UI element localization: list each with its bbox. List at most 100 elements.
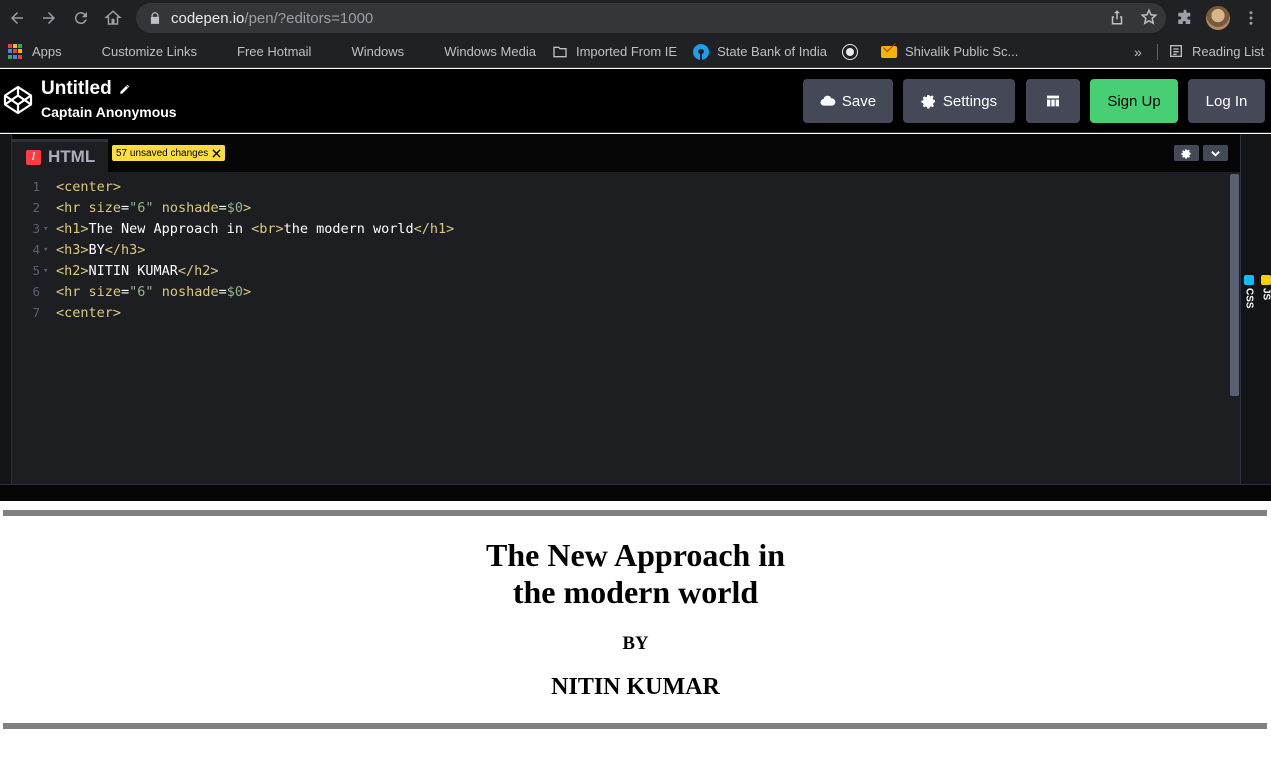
chevron-down-icon [1211,150,1220,157]
reading-list-label: Reading List [1192,43,1265,59]
result-preview: The New Approach in the modern world BY … [0,501,1271,760]
forward-icon[interactable] [37,6,61,30]
bookmark-label: Customize Links [101,44,198,59]
tab-html[interactable]: / HTML [12,139,108,172]
settings-label: Settings [942,92,998,110]
bookmark-customize-links[interactable]: Customize Links [78,44,197,60]
bookmark-globe[interactable] [842,44,865,59]
extensions-icon[interactable] [1176,9,1194,27]
pen-author[interactable]: Captain Anonymous [41,104,177,120]
windows-logo-icon [78,44,94,60]
code-line: 1 <center> [12,176,121,197]
tab-css-label: CSS [1243,288,1255,309]
editor-gutter-edge [0,134,12,484]
code-line: 5 ▾ <h2> NITIN KUMAR </h2> [12,260,218,281]
js-icon [1261,275,1271,285]
windows-logo-icon [420,44,436,60]
sbi-logo-icon [693,43,710,60]
code-line: 3 ▾ <h1> The New Approach in <br> the modern… [12,218,454,239]
bookmark-apps[interactable]: Apps [8,43,62,60]
divider [1157,44,1158,60]
globe-icon [842,44,857,59]
preview-heading-3: BY [622,633,649,654]
home-icon[interactable] [101,6,125,30]
bookmark-shivalik-public-school[interactable]: Shivalik Public Sc... [880,39,1019,59]
unsaved-changes-badge[interactable]: 57 unsaved changes [112,145,226,161]
preview-heading-line: the modern world [512,574,759,610]
menu-kebab-icon[interactable] [1242,9,1260,27]
bookmark-label: Apps [32,44,62,59]
bookmark-label: Shivalik Public Sc... [904,44,1019,59]
html-icon: / [26,149,41,165]
line-number: 3 [32,221,40,236]
code-line: 2 <hr size = "6" noshade = $0 > [12,197,251,218]
horizontal-rule [3,510,1267,516]
bookmark-label: State Bank of India [717,44,827,59]
bookmark-label: Windows [351,44,405,59]
windows-logo-icon [327,44,343,60]
save-label: Save [841,92,877,110]
line-number: 4 [32,242,40,257]
code-line: 4 ▾ <h3> BY </h3> [12,239,145,260]
tab-js-collapsed[interactable]: JS [1259,275,1271,300]
line-number: 6 [32,284,40,299]
layout-grid-icon [1047,95,1059,107]
save-button[interactable]: Save [803,79,893,123]
mail-icon [880,39,897,58]
change-view-button[interactable] [1026,79,1080,123]
pencil-icon[interactable] [118,82,132,96]
codepen-logo-icon[interactable] [2,84,34,116]
reload-icon[interactable] [69,6,93,30]
bookmarks-bar: Apps Customize Links Free Hotmail Window… [0,36,1271,68]
codepen-header: Untitled Captain Anonymous Save Settings… [0,69,1271,133]
bookmarks-overflow-chevron-icon[interactable]: » [1134,44,1142,60]
line-number: 7 [32,305,40,320]
url-path: /pen/?editors=1000 [244,9,374,27]
collapsed-editors-column [1240,134,1271,484]
tab-css-collapsed[interactable]: CSS [1242,275,1256,309]
preview-heading-2: NITIN KUMAR [551,674,720,700]
line-number: 1 [32,179,40,194]
gear-icon [1181,148,1191,159]
editor-settings-button[interactable] [1174,145,1199,161]
code-line: 7 <center> [12,302,121,323]
folder-icon [553,46,567,57]
bookmark-windows-media[interactable]: Windows Media [420,44,536,60]
close-icon[interactable] [212,148,221,158]
bookmark-label: Windows Media [444,44,536,59]
editor-scrollbar[interactable] [1228,172,1240,484]
horizontal-rule [3,723,1267,729]
settings-button[interactable]: Settings [903,79,1015,123]
line-number: 5 [32,263,40,278]
windows-logo-icon [213,44,229,60]
lock-icon [150,12,160,24]
pen-title[interactable]: Untitled [41,78,132,100]
cloud-icon [820,95,836,106]
share-icon[interactable] [1108,8,1126,26]
bookmark-free-hotmail[interactable]: Free Hotmail [213,44,311,60]
address-bar[interactable]: codepen.io/pen/?editors=1000 [136,3,1166,33]
tab-js-label: JS [1260,288,1271,301]
code-line: 6 <hr size = "6" noshade = $0 > [12,281,251,302]
gear-icon [921,95,935,109]
bookmark-state-bank-of-india[interactable]: State Bank of India [693,43,827,60]
apps-grid-icon [8,43,24,60]
panel-resizer[interactable] [0,484,1271,501]
bookmark-imported-from-ie[interactable]: Imported From IE [552,44,677,60]
line-number: 2 [32,200,40,215]
css-icon [1244,275,1254,285]
editor-collapse-button[interactable] [1203,145,1228,161]
reading-list-button[interactable]: Reading List [1168,43,1264,59]
bookmark-windows[interactable]: Windows [327,44,404,60]
preview-heading-line: The New Approach in [485,537,785,573]
scrollbar-thumb[interactable] [1230,174,1239,396]
bookmark-label: Imported From IE [575,44,678,59]
bookmark-label: Free Hotmail [237,44,312,59]
sign-up-button[interactable]: Sign Up [1090,79,1178,123]
profile-avatar[interactable] [1206,6,1230,30]
log-in-button[interactable]: Log In [1188,79,1265,123]
star-icon[interactable] [1140,8,1158,26]
browser-toolbar: codepen.io/pen/?editors=1000 [0,0,1271,36]
back-icon[interactable] [5,6,29,30]
code-editor[interactable]: 1 <center> 2 <hr size = "6" noshade = $0 > 3 ▾… [12,172,1228,484]
